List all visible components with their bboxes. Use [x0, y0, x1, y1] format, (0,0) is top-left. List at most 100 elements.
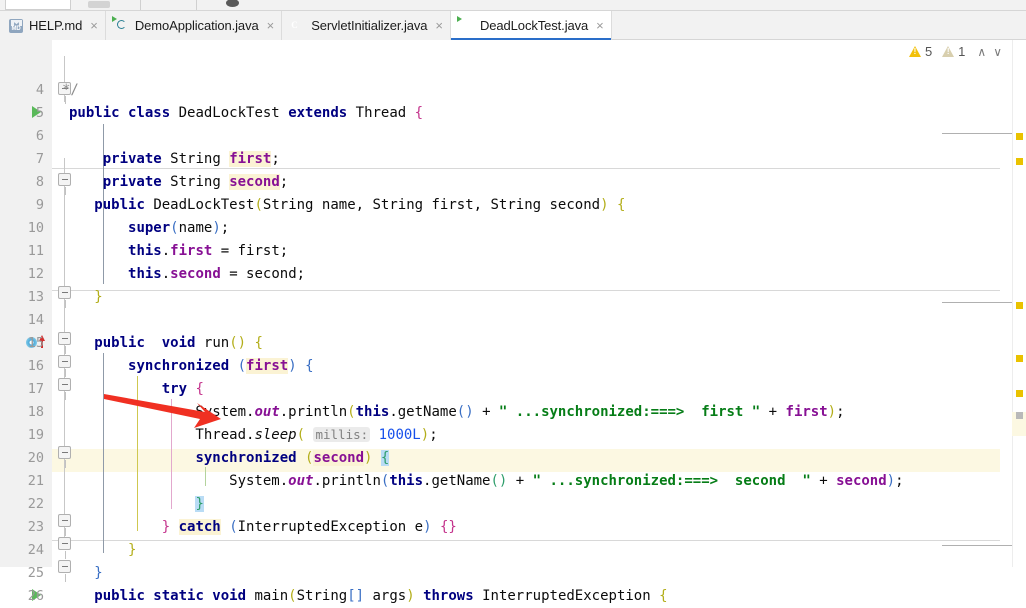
line-number: 25 [27, 565, 44, 581]
warning-stripe-mark[interactable] [1016, 133, 1023, 140]
code-line-13[interactable]: 13 } [0, 286, 1026, 309]
warning-stripe-mark[interactable] [1016, 302, 1023, 309]
line-number: 5 [35, 105, 44, 121]
line-number: 10 [27, 220, 44, 236]
code-line-15[interactable]: 15 public void run() { [0, 332, 1026, 355]
line-number: 12 [27, 266, 44, 282]
line-number: 21 [27, 473, 44, 489]
toolbar-separator-1 [140, 0, 141, 10]
line-content: public class DeadLockTest extends Thread… [69, 105, 424, 121]
line-number: 13 [27, 289, 44, 305]
toolbar-separator-2 [196, 0, 197, 10]
code-line-26[interactable]: 26 public static void main(String[] args… [0, 585, 1026, 608]
line-number: 4 [35, 82, 44, 98]
warning-stripe-mark[interactable] [1016, 355, 1023, 362]
warning-stripe-mark[interactable] [1016, 390, 1023, 397]
line-number: 8 [35, 174, 44, 190]
code-line-7[interactable]: 7 private String first; [0, 148, 1026, 171]
line-number: 14 [27, 312, 44, 328]
code-line-16[interactable]: 16 synchronized (first) { [0, 355, 1026, 378]
line-number: 17 [27, 381, 44, 397]
code-line-14[interactable]: 14 [0, 309, 1026, 332]
tab-help-md[interactable]: MD HELP.md × [0, 11, 106, 40]
code-line-18[interactable]: 18 System.out.println(this.getName() + "… [0, 401, 1026, 424]
tab-close-icon[interactable]: × [90, 19, 98, 32]
toolbar-chip[interactable] [88, 1, 110, 8]
spring-class-icon [111, 15, 130, 34]
next-problem-icon[interactable]: ∨ [991, 45, 1004, 59]
editor-tab-bar: MD HELP.md × DemoApplication.java × C Se… [0, 11, 1026, 40]
code-line-8[interactable]: 8 private String second; [0, 171, 1026, 194]
line-content: super(name); [128, 220, 230, 236]
inspection-widget[interactable]: 5 1 ∧ ∨ [908, 44, 1004, 59]
line-content: } catch (InterruptedException e) {} [161, 519, 457, 535]
tab-label: ServletInitializer.java [311, 18, 428, 33]
code-line-22[interactable]: 22 } [0, 493, 1026, 516]
tab-close-icon[interactable]: × [435, 19, 443, 32]
code-editor[interactable]: 4 */ 5 public class DeadLockTest extends… [0, 40, 1026, 604]
code-line-24[interactable]: 24 } [0, 539, 1026, 562]
warning-stripe-mark[interactable] [1016, 158, 1023, 165]
java-class-icon: C [291, 19, 298, 30]
line-number: 22 [27, 496, 44, 512]
line-number: 15 [27, 335, 44, 351]
line-number: 24 [27, 542, 44, 558]
tab-close-icon[interactable]: × [267, 19, 275, 32]
tab-label: DeadLockTest.java [480, 18, 589, 33]
code-line-17[interactable]: 17 try { [0, 378, 1026, 401]
code-line-23[interactable]: 23 } catch (InterruptedException e) {} [0, 516, 1026, 539]
weak-warning-triangle-icon [942, 46, 955, 57]
scroll-separator [942, 302, 1012, 303]
line-content: this.second = second; [128, 266, 306, 282]
previous-problem-icon[interactable]: ∧ [975, 45, 988, 59]
tab-servletinitializer-java[interactable]: C ServletInitializer.java × [282, 11, 451, 40]
line-number: 18 [27, 404, 44, 420]
tab-label: DemoApplication.java [134, 18, 259, 33]
code-line-25[interactable]: 25 } [0, 562, 1026, 585]
code-line-12[interactable]: 12 this.second = second; [0, 263, 1026, 286]
warning-count: 5 [924, 44, 933, 59]
line-content: System.out.println(this.getName() + " ..… [69, 473, 904, 489]
code-line-11[interactable]: 11 this.first = first; [0, 240, 1026, 263]
inlay-parameter-hint: millis: [313, 427, 371, 442]
weak-warning-stripe-mark[interactable] [1016, 412, 1023, 419]
scroll-separator [942, 133, 1012, 134]
line-content: private String first; [102, 151, 280, 167]
tab-close-icon[interactable]: × [596, 19, 604, 32]
code-line-10[interactable]: 10 super(name); [0, 217, 1026, 240]
line-content: private String second; [102, 174, 289, 190]
tab-label: HELP.md [29, 18, 83, 33]
tab-deadlocktest-java[interactable]: C DeadLockTest.java × [451, 11, 612, 40]
code-line-21[interactable]: 21 System.out.println(this.getName() + "… [0, 470, 1026, 493]
toolbar-field[interactable] [5, 0, 71, 10]
line-number: 23 [27, 519, 44, 535]
code-line-20[interactable]: 20 synchronized (second) { [0, 447, 1026, 470]
code-line-5[interactable]: 5 public class DeadLockTest extends Thre… [0, 102, 1026, 125]
code-line-4[interactable]: 4 */ [0, 79, 1026, 102]
line-number: 20 [27, 450, 44, 466]
line-content: try { [161, 381, 204, 397]
markdown-icon-label: MD [11, 26, 21, 32]
line-number: 19 [27, 427, 44, 443]
line-number: 7 [35, 151, 44, 167]
line-content: synchronized (first) { [128, 358, 314, 374]
code-line-6[interactable]: 6 [0, 125, 1026, 148]
java-runnable-class-icon: C [457, 15, 475, 34]
tab-demoapplication-java[interactable]: DemoApplication.java × [105, 11, 283, 40]
line-content: } [195, 496, 204, 512]
line-content: public void run() { [94, 335, 263, 351]
line-content: this.first = first; [128, 243, 289, 259]
line-number: 16 [27, 358, 44, 374]
code-line-19[interactable]: 19 Thread.sleep( millis: 1000L); [0, 424, 1026, 447]
line-content: } [128, 542, 137, 558]
weak-warning-count: 1 [958, 44, 966, 59]
toolbar-sliver [0, 0, 1026, 11]
line-content: synchronized (second) { [195, 450, 390, 466]
code-line-9[interactable]: 9 public DeadLockTest(String name, Strin… [0, 194, 1026, 217]
toolbar-icon[interactable] [226, 0, 239, 7]
error-stripe-scrollbar[interactable] [1012, 40, 1026, 567]
warning-triangle-icon [908, 46, 921, 57]
line-number: 11 [27, 243, 44, 259]
line-content: public static void main(String[] args) t… [94, 588, 668, 604]
line-number: 6 [35, 128, 44, 144]
